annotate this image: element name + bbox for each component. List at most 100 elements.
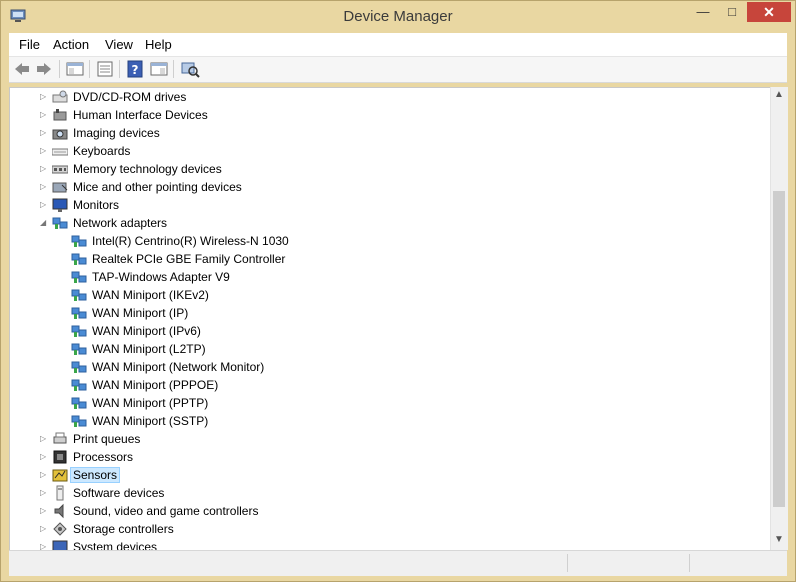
collapsed-arrow-icon[interactable]: ▷ <box>40 434 50 444</box>
collapsed-arrow-icon[interactable]: ▷ <box>40 110 50 120</box>
collapsed-arrow-icon[interactable]: ▷ <box>40 524 50 534</box>
toolbar-separator <box>173 60 174 78</box>
menu-file[interactable]: File <box>19 37 40 52</box>
action-pane-icon[interactable] <box>149 60 169 78</box>
expanded-arrow-icon[interactable]: ◢ <box>40 218 50 228</box>
collapsed-arrow-icon[interactable]: ▷ <box>40 452 50 462</box>
speaker-icon <box>54 503 64 519</box>
tree-category-row[interactable]: ▷ Mice and other pointing devices <box>10 178 770 196</box>
tree-category-row[interactable]: ▷ Sound, video and game controllers <box>10 502 770 520</box>
tree-category-row[interactable]: ▷ Sensors <box>10 466 770 484</box>
properties-icon[interactable] <box>95 60 115 78</box>
tree-device-row[interactable]: WAN Miniport (SSTP) <box>10 412 770 430</box>
vertical-scrollbar[interactable]: ▲ ▼ <box>770 87 788 550</box>
menu-help[interactable]: Help <box>145 37 172 52</box>
toolbar-separator <box>59 60 60 78</box>
network-adapter-icon <box>71 271 87 283</box>
network-adapter-icon <box>71 253 87 265</box>
collapsed-arrow-icon[interactable]: ▷ <box>40 146 50 156</box>
tree-item-label: WAN Miniport (IPv6) <box>92 324 201 338</box>
toolbar-separator <box>119 60 120 78</box>
tree-category-row[interactable]: ▷ DVD/CD-ROM drives <box>10 88 770 106</box>
collapsed-arrow-icon[interactable]: ▷ <box>40 128 50 138</box>
tree-category-row[interactable]: ▷ Monitors <box>10 196 770 214</box>
memory-icon <box>52 165 68 174</box>
tree-category-row[interactable]: ▷ Processors <box>10 448 770 466</box>
scrollbar-thumb[interactable] <box>773 191 785 507</box>
tree-category-row[interactable]: ▷ Imaging devices <box>10 124 770 142</box>
tree-item-label: WAN Miniport (Network Monitor) <box>92 360 265 374</box>
collapsed-arrow-icon[interactable]: ▷ <box>40 182 50 192</box>
software-device-icon <box>56 485 64 501</box>
tree-item-label: Print queues <box>73 432 141 446</box>
sensor-icon <box>52 469 68 482</box>
close-button[interactable]: ✕ <box>747 2 791 22</box>
status-bar <box>9 550 787 576</box>
tree-item-label: Processors <box>73 450 134 464</box>
tree-device-row[interactable]: WAN Miniport (IKEv2) <box>10 286 770 304</box>
window-title: Device Manager <box>343 8 453 25</box>
menu-action[interactable]: Action <box>53 37 89 52</box>
device-manager-window: Device Manager — □ ✕ File Action View He… <box>0 0 796 582</box>
dvd-drive-icon <box>52 90 68 103</box>
tree-category-row[interactable]: ◢ Network adapters <box>10 214 770 232</box>
toolbar: ? <box>9 57 787 83</box>
tree-category-row[interactable]: ▷ Print queues <box>10 430 770 448</box>
tree-device-row[interactable]: WAN Miniport (PPTP) <box>10 394 770 412</box>
storage-controller-icon <box>53 522 67 536</box>
tree-item-label: Monitors <box>73 198 120 212</box>
help-icon[interactable]: ? <box>125 60 145 78</box>
tree-item-label: Network adapters <box>73 216 168 230</box>
collapsed-arrow-icon[interactable]: ▷ <box>40 488 50 498</box>
tree-item-label: Mice and other pointing devices <box>73 180 242 194</box>
tree-category-row[interactable]: ▷ Keyboards <box>10 142 770 160</box>
network-adapter-icon <box>71 415 87 427</box>
back-arrow-icon[interactable] <box>12 60 32 78</box>
scroll-up-arrow-icon[interactable]: ▲ <box>774 89 784 100</box>
tree-item-label: WAN Miniport (IP) <box>92 306 189 320</box>
tree-device-row[interactable]: WAN Miniport (IPv6) <box>10 322 770 340</box>
tree-category-row[interactable]: ▷ Software devices <box>10 484 770 502</box>
collapsed-arrow-icon[interactable]: ▷ <box>40 92 50 102</box>
scroll-down-arrow-icon[interactable]: ▼ <box>774 534 784 545</box>
collapsed-arrow-icon[interactable]: ▷ <box>40 470 50 480</box>
monitor-icon <box>52 198 68 212</box>
network-adapter-icon <box>71 343 87 355</box>
tree-device-row[interactable]: WAN Miniport (L2TP) <box>10 340 770 358</box>
network-adapter-icon <box>71 379 87 391</box>
minimize-button[interactable]: — <box>689 2 717 22</box>
network-adapter-icon <box>52 217 68 229</box>
tree-item-label: Keyboards <box>73 144 131 158</box>
menu-view[interactable]: View <box>105 37 133 52</box>
tree-device-row[interactable]: WAN Miniport (Network Monitor) <box>10 358 770 376</box>
network-adapter-icon <box>71 307 87 319</box>
tree-device-row[interactable]: WAN Miniport (PPPOE) <box>10 376 770 394</box>
tree-category-row[interactable]: ▷ Storage controllers <box>10 520 770 538</box>
network-adapter-icon <box>71 235 87 247</box>
forward-arrow-icon[interactable] <box>34 60 54 78</box>
show-hide-tree-icon[interactable] <box>65 60 85 78</box>
tree-category-row[interactable]: ▷ Memory technology devices <box>10 160 770 178</box>
tree-device-row[interactable]: TAP-Windows Adapter V9 <box>10 268 770 286</box>
network-adapter-icon <box>71 325 87 337</box>
collapsed-arrow-icon[interactable]: ▷ <box>40 200 50 210</box>
tree-item-label: WAN Miniport (PPPOE) <box>92 378 219 392</box>
collapsed-arrow-icon[interactable]: ▷ <box>40 164 50 174</box>
tree-item-label: WAN Miniport (PPTP) <box>92 396 209 410</box>
tree-item-label: Storage controllers <box>73 522 174 536</box>
tree-item-label: Memory technology devices <box>73 162 222 176</box>
collapsed-arrow-icon[interactable]: ▷ <box>40 506 50 516</box>
tree-device-row[interactable]: WAN Miniport (IP) <box>10 304 770 322</box>
tree-category-row[interactable]: ▷ Human Interface Devices <box>10 106 770 124</box>
tree-device-row[interactable]: Intel(R) Centrino(R) Wireless-N 1030 <box>10 232 770 250</box>
tree-device-row[interactable]: Realtek PCIe GBE Family Controller <box>10 250 770 268</box>
printer-icon <box>53 432 67 444</box>
tree-item-label: WAN Miniport (IKEv2) <box>92 288 209 302</box>
scan-hardware-icon[interactable] <box>180 60 200 78</box>
tree-item-label: Software devices <box>73 486 165 500</box>
tree-item-label: Intel(R) Centrino(R) Wireless-N 1030 <box>92 234 289 248</box>
title-bar[interactable]: Device Manager — □ ✕ <box>1 1 795 33</box>
device-tree[interactable]: ▷ DVD/CD-ROM drives ▷ Human Interface Devic… <box>9 87 772 551</box>
tree-item-label: WAN Miniport (L2TP) <box>92 342 206 356</box>
maximize-button[interactable]: □ <box>717 2 747 22</box>
